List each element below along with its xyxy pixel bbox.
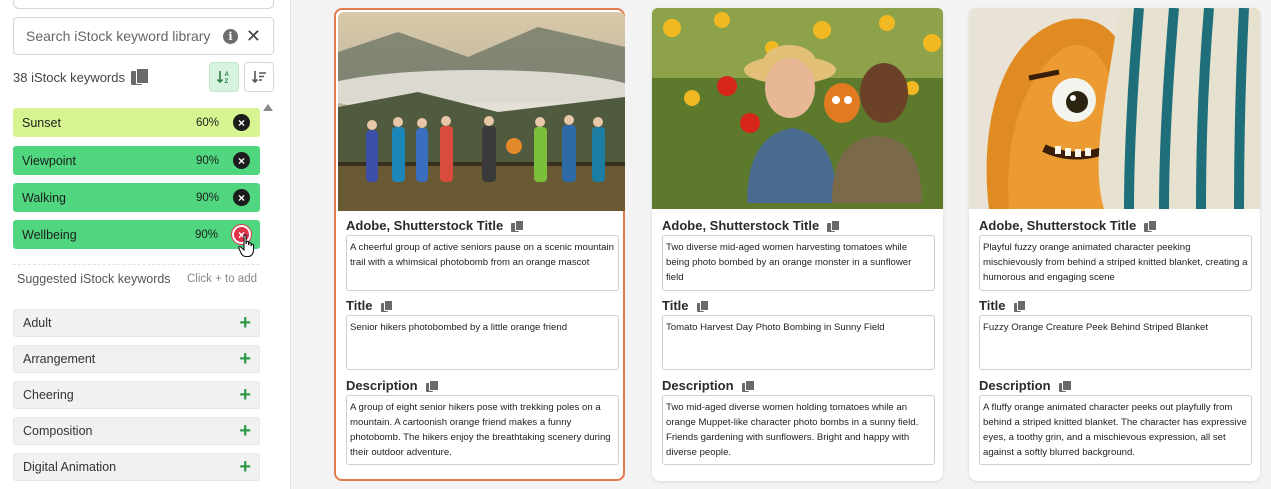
photo-hikers-graphic bbox=[338, 12, 625, 211]
description-field[interactable]: A group of eight senior hikers pose with… bbox=[346, 395, 619, 465]
description-label: Description bbox=[346, 378, 439, 393]
adobe-title-label-text: Adobe, Shutterstock Title bbox=[979, 218, 1137, 233]
description-field[interactable]: A fluffy orange animated character peeks… bbox=[979, 395, 1252, 465]
suggested-keyword-digital-animation[interactable]: Digital Animation + bbox=[13, 453, 260, 481]
copy-icon[interactable] bbox=[1144, 219, 1158, 232]
suggested-keyword-arrangement[interactable]: Arrangement + bbox=[13, 345, 260, 373]
copy-icon[interactable] bbox=[380, 299, 394, 312]
copy-icon[interactable] bbox=[1058, 379, 1072, 392]
adobe-title-field[interactable]: Playful fuzzy orange animated character … bbox=[979, 235, 1252, 291]
suggested-title: Suggested iStock keywords bbox=[17, 272, 171, 286]
keyword-name: Wellbeing bbox=[22, 227, 77, 242]
svg-text:A: A bbox=[225, 72, 230, 78]
remove-icon[interactable]: × bbox=[233, 189, 250, 206]
add-icon[interactable]: + bbox=[239, 457, 251, 477]
keyword-sidebar: Search iStock keyword library i ✕ 38 iSt… bbox=[0, 0, 291, 489]
scroll-up-icon[interactable] bbox=[263, 104, 273, 111]
description-label-text: Description bbox=[346, 378, 418, 393]
info-icon[interactable]: i bbox=[222, 28, 238, 44]
adobe-title-label-text: Adobe, Shutterstock Title bbox=[662, 218, 820, 233]
suggested-hint: Click + to add bbox=[187, 273, 257, 285]
copy-icon[interactable] bbox=[425, 379, 439, 392]
sort-desc-icon bbox=[251, 71, 266, 84]
adobe-title-field[interactable]: A cheerful group of active seniors pause… bbox=[346, 235, 619, 291]
description-field[interactable]: Two mid-aged diverse women holding tomat… bbox=[662, 395, 935, 465]
add-icon[interactable]: + bbox=[239, 421, 251, 441]
adobe-title-field[interactable]: Two diverse mid-aged women harvesting to… bbox=[662, 235, 935, 291]
adobe-title-label: Adobe, Shutterstock Title bbox=[662, 218, 841, 233]
close-icon[interactable]: ✕ bbox=[246, 27, 261, 45]
image-card-3[interactable]: Adobe, Shutterstock Title Playful fuzzy … bbox=[969, 8, 1260, 481]
title-label: Title bbox=[346, 298, 394, 313]
hand-cursor-icon bbox=[238, 234, 255, 258]
adobe-title-label: Adobe, Shutterstock Title bbox=[346, 218, 525, 233]
suggested-keyword-name: Adult bbox=[23, 316, 52, 330]
photo-tomato-harvest[interactable] bbox=[652, 8, 943, 209]
copy-icon[interactable] bbox=[511, 219, 525, 232]
keyword-chip-viewpoint[interactable]: Viewpoint 90% × bbox=[13, 146, 260, 175]
keyword-count: 38 iStock keywords bbox=[13, 69, 125, 85]
suggested-keyword-cheering[interactable]: Cheering + bbox=[13, 381, 260, 409]
keyword-chip-walking[interactable]: Walking 90% × bbox=[13, 183, 260, 212]
photo-fuzzy-creature[interactable] bbox=[969, 8, 1260, 209]
sort-ascending-button[interactable]: A Z bbox=[209, 62, 239, 92]
copy-icon[interactable] bbox=[827, 219, 841, 232]
adobe-title-label-text: Adobe, Shutterstock Title bbox=[346, 218, 504, 233]
copy-icon[interactable] bbox=[741, 379, 755, 392]
title-label-text: Title bbox=[979, 298, 1006, 313]
keyword-score: 90% bbox=[195, 154, 219, 167]
image-card-1[interactable]: Adobe, Shutterstock Title A cheerful gro… bbox=[334, 8, 625, 481]
suggested-keyword-name: Composition bbox=[23, 424, 93, 438]
remove-icon[interactable]: × bbox=[233, 114, 250, 131]
title-label: Title bbox=[979, 298, 1027, 313]
sort-descending-button[interactable] bbox=[244, 62, 274, 92]
copy-icon[interactable] bbox=[131, 68, 149, 86]
keyword-name: Viewpoint bbox=[22, 153, 76, 168]
previous-field[interactable] bbox=[13, 0, 274, 9]
title-field[interactable]: Senior hikers photobombed by a little or… bbox=[346, 315, 619, 370]
suggested-keyword-name: Cheering bbox=[23, 388, 74, 402]
add-icon[interactable]: + bbox=[239, 313, 251, 333]
suggested-keyword-adult[interactable]: Adult + bbox=[13, 309, 260, 337]
keyword-score: 60% bbox=[195, 116, 219, 129]
suggested-keyword-name: Digital Animation bbox=[23, 460, 117, 474]
description-label: Description bbox=[662, 378, 755, 393]
suggested-header: Suggested iStock keywords Click + to add bbox=[17, 272, 257, 286]
adobe-title-label: Adobe, Shutterstock Title bbox=[979, 218, 1158, 233]
description-label-text: Description bbox=[662, 378, 734, 393]
keyword-score: 90% bbox=[195, 191, 219, 204]
description-label-text: Description bbox=[979, 378, 1051, 393]
title-label: Title bbox=[662, 298, 710, 313]
keyword-name: Sunset bbox=[22, 115, 61, 130]
keyword-score: 90% bbox=[194, 228, 218, 241]
keyword-chip-wellbeing[interactable]: Wellbeing 90% × bbox=[13, 220, 260, 249]
description-label: Description bbox=[979, 378, 1072, 393]
add-icon[interactable]: + bbox=[239, 385, 251, 405]
divider bbox=[13, 264, 260, 265]
keyword-search-input[interactable]: Search iStock keyword library i ✕ bbox=[13, 17, 274, 55]
suggested-keyword-composition[interactable]: Composition + bbox=[13, 417, 260, 445]
remove-icon[interactable]: × bbox=[233, 152, 250, 169]
image-card-2[interactable]: Adobe, Shutterstock Title Two diverse mi… bbox=[652, 8, 943, 481]
keyword-chip-sunset[interactable]: Sunset 60% × bbox=[13, 108, 260, 137]
title-field[interactable]: Tomato Harvest Day Photo Bombing in Sunn… bbox=[662, 315, 935, 370]
suggested-keyword-name: Arrangement bbox=[23, 352, 96, 366]
search-placeholder: Search iStock keyword library bbox=[26, 28, 211, 44]
copy-icon[interactable] bbox=[696, 299, 710, 312]
title-field[interactable]: Fuzzy Orange Creature Peek Behind Stripe… bbox=[979, 315, 1252, 370]
title-label-text: Title bbox=[662, 298, 689, 313]
keyword-name: Walking bbox=[22, 190, 66, 205]
photo-fuzzy-creature-graphic bbox=[969, 8, 1260, 209]
photo-hikers[interactable] bbox=[338, 12, 625, 211]
add-icon[interactable]: + bbox=[239, 349, 251, 369]
title-label-text: Title bbox=[346, 298, 373, 313]
copy-icon[interactable] bbox=[1013, 299, 1027, 312]
photo-tomato-harvest-graphic bbox=[652, 8, 943, 209]
svg-text:Z: Z bbox=[225, 79, 229, 85]
sort-asc-icon: A Z bbox=[216, 71, 230, 85]
